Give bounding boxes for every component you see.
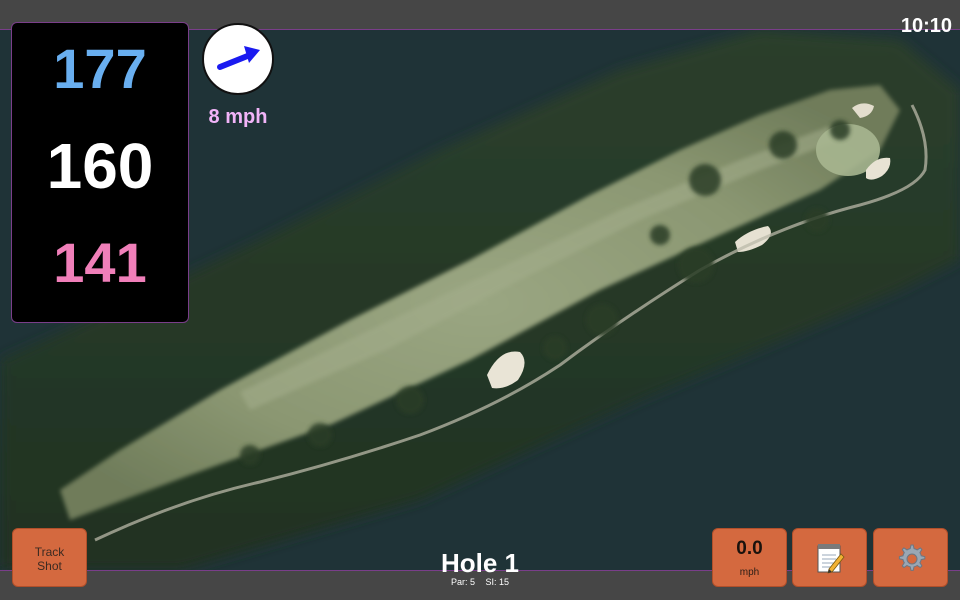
wind-direction-arrow-icon [217, 46, 260, 70]
settings-button[interactable] [873, 528, 948, 587]
track-shot-button[interactable]: Track Shot [12, 528, 87, 587]
hole-title: Hole 1 [440, 548, 520, 578]
notepad-icon [817, 544, 845, 574]
track-shot-label-line2: Shot [37, 559, 62, 573]
gear-icon [898, 544, 925, 571]
wind-speed: 8 mph [208, 106, 268, 128]
hole-info: Par: 5 SI: 15 [380, 577, 580, 587]
clock: 10:10 [900, 15, 952, 37]
back-of-green-distance: 177 [53, 37, 147, 100]
track-shot-label-line1: Track [34, 545, 65, 559]
front-of-green-distance: 141 [53, 231, 147, 294]
center-of-green-distance: 160 [46, 130, 154, 202]
speed-value: 0.0 [736, 538, 763, 559]
wind-direction-dial [202, 23, 274, 95]
notes-button[interactable] [792, 528, 867, 587]
speed-unit: mph [739, 567, 760, 578]
golf-gps-screen: 10:10 177 160 141 8 mph Track Shot Hole … [0, 0, 960, 600]
speed-button[interactable]: 0.0 mph [712, 528, 787, 587]
hole-par: Par: 5 [450, 577, 475, 587]
distance-panel: 177 160 141 [11, 22, 189, 323]
hole-stroke-index: SI: 15 [485, 577, 510, 587]
